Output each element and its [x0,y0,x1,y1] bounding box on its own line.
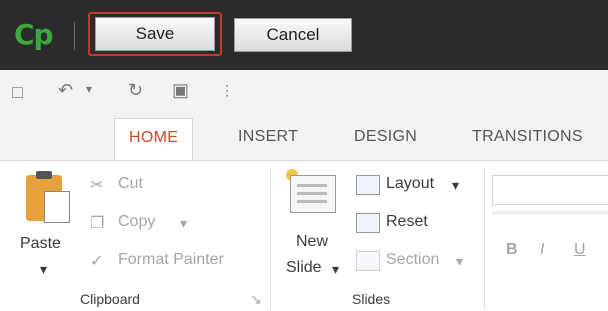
section-dropdown-icon[interactable]: ▾ [456,253,463,270]
title-bar: Cp Save Cancel [0,0,608,70]
section-icon [356,251,380,271]
copy-button[interactable]: Copy [118,213,155,231]
quick-access-toolbar: □ ↶ ▾ ↻ ▣ ⋮ [0,70,608,118]
new-slide-label-2[interactable]: Slide [286,259,322,277]
app-logo: Cp [14,18,54,51]
format-painter-button[interactable]: Format Painter [118,251,224,269]
tab-home[interactable]: HOME [114,118,194,160]
font-name-input[interactable] [492,175,608,205]
tab-insert[interactable]: INSERT [238,128,298,146]
undo-icon[interactable]: ↶ [58,80,73,101]
section-button[interactable]: Section [386,251,439,269]
underline-button[interactable]: U [574,241,586,259]
slides-group-label: Slides [352,291,391,307]
copy-dropdown-icon[interactable]: ▾ [180,215,187,232]
reset-icon [356,213,380,233]
format-painter-icon: ✓ [90,253,104,270]
bold-button[interactable]: B [506,241,518,259]
save-button[interactable]: Save [95,17,215,51]
present-icon[interactable]: ▣ [172,80,189,101]
cut-icon: ✂ [90,177,104,194]
save-icon[interactable]: □ [12,82,23,103]
tab-design[interactable]: DESIGN [354,128,417,146]
group-separator [270,169,271,309]
group-separator [484,169,485,309]
new-slide-icon[interactable] [290,175,336,213]
italic-button[interactable]: I [540,241,544,259]
font-size-row [492,211,608,215]
copy-icon: ❐ [90,215,105,232]
title-separator [74,22,75,50]
paste-paper-icon [44,191,70,223]
layout-dropdown-icon[interactable]: ▾ [452,177,459,194]
reset-button[interactable]: Reset [386,213,428,231]
new-slide-dropdown-icon[interactable]: ▾ [332,261,339,278]
layout-button[interactable]: Layout [386,175,434,193]
redo-icon[interactable]: ↻ [128,80,143,101]
paste-button[interactable]: Paste [20,235,61,253]
cancel-button[interactable]: Cancel [234,18,352,52]
ribbon-panel: Paste ▾ ✂ Cut ❐ Copy ▾ ✓ Format Painter … [0,160,608,311]
clipboard-launcher-icon[interactable]: ↘ [250,291,262,308]
layout-icon [356,175,380,195]
clipboard-group-label: Clipboard [80,291,140,307]
customize-toolbar-icon[interactable]: ⋮ [220,82,234,99]
new-slide-label-1[interactable]: New [296,233,328,251]
tab-transitions[interactable]: TRANSITIONS [472,128,583,146]
cut-button[interactable]: Cut [118,175,143,193]
ribbon-tabs: HOME INSERT DESIGN TRANSITIONS [0,118,608,160]
undo-dropdown-icon[interactable]: ▾ [86,82,92,96]
paste-dropdown-icon[interactable]: ▾ [40,261,47,278]
